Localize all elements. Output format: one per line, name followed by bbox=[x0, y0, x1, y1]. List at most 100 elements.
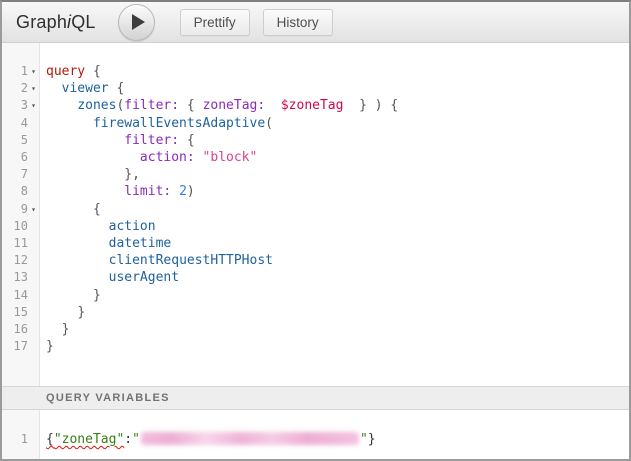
code-text: zones(filter: { zoneTag: $zoneTag } ) { bbox=[39, 97, 398, 114]
line-gutter: 12 bbox=[2, 252, 39, 269]
code-line[interactable]: 10 action bbox=[2, 218, 629, 235]
line-gutter: 2▾ bbox=[2, 80, 39, 97]
fold-arrow-icon[interactable]: ▾ bbox=[28, 63, 39, 80]
line-number: 5 bbox=[21, 132, 28, 149]
token: query bbox=[46, 64, 85, 79]
code-line[interactable]: 15 } bbox=[2, 304, 629, 321]
token: { bbox=[109, 81, 125, 96]
token: { bbox=[46, 432, 54, 447]
fold-arrow-icon[interactable]: ▾ bbox=[28, 80, 39, 97]
line-number: 7 bbox=[21, 166, 28, 183]
token: " bbox=[132, 432, 140, 447]
token: filter: bbox=[124, 133, 179, 148]
code-text: datetime bbox=[39, 235, 171, 252]
line-number: 6 bbox=[21, 149, 28, 166]
line-number: 2 bbox=[21, 80, 28, 97]
code-line[interactable]: 3▾ zones(filter: { zoneTag: $zoneTag } )… bbox=[2, 97, 629, 114]
code-line[interactable]: 13 userAgent bbox=[2, 269, 629, 286]
token: : bbox=[124, 432, 132, 447]
code-text: } bbox=[39, 321, 69, 338]
toolbar: GraphiQL Prettify History bbox=[2, 2, 629, 43]
line-gutter: 3▾ bbox=[2, 97, 39, 114]
token: } bbox=[368, 432, 376, 447]
token: " bbox=[360, 432, 368, 447]
fold-arrow-icon[interactable]: ▾ bbox=[28, 201, 39, 218]
line-number: 17 bbox=[14, 338, 28, 355]
token bbox=[46, 288, 93, 303]
logo-text: Graph bbox=[16, 12, 67, 32]
code-line[interactable]: 9▾ { bbox=[2, 201, 629, 218]
token: } bbox=[77, 305, 85, 320]
code-line[interactable]: 6 action: "block" bbox=[2, 149, 629, 166]
token bbox=[46, 270, 109, 285]
line-number: 10 bbox=[14, 218, 28, 235]
line-number: 12 bbox=[14, 252, 28, 269]
play-icon bbox=[132, 14, 145, 30]
line-gutter: 5 bbox=[2, 132, 39, 149]
code-text: } bbox=[39, 338, 54, 355]
code-line[interactable]: 16 } bbox=[2, 321, 629, 338]
line-gutter: 7 bbox=[2, 166, 39, 183]
token bbox=[46, 81, 62, 96]
code-text: limit: 2) bbox=[39, 183, 195, 200]
query-variables-title-bar[interactable]: QUERY VARIABLES bbox=[2, 386, 629, 410]
token: action: bbox=[140, 150, 195, 165]
token: clientRequestHTTPHost bbox=[109, 253, 273, 268]
token: $zoneTag bbox=[281, 98, 344, 113]
code-line[interactable]: 14 } bbox=[2, 287, 629, 304]
code-line[interactable]: 2▾ viewer { bbox=[2, 80, 629, 97]
token bbox=[46, 322, 62, 337]
token: } bbox=[46, 339, 54, 354]
token: ( bbox=[265, 116, 273, 131]
line-gutter: 16 bbox=[2, 321, 39, 338]
token bbox=[46, 253, 109, 268]
token: zoneTag: bbox=[203, 98, 266, 113]
history-button[interactable]: History bbox=[263, 9, 333, 36]
fold-arrow-icon[interactable]: ▾ bbox=[28, 97, 39, 114]
code-text: userAgent bbox=[39, 269, 179, 286]
token bbox=[46, 184, 124, 199]
line-number: 8 bbox=[21, 183, 28, 200]
code-text: } bbox=[39, 287, 101, 304]
token: userAgent bbox=[109, 270, 179, 285]
token bbox=[46, 305, 77, 320]
code-text: }, bbox=[39, 166, 140, 183]
line-gutter: 8 bbox=[2, 183, 39, 200]
code-line[interactable]: 12 clientRequestHTTPHost bbox=[2, 252, 629, 269]
code-line[interactable]: 5 filter: { bbox=[2, 132, 629, 149]
line-gutter: 15 bbox=[2, 304, 39, 321]
query-variables-editor[interactable]: 1{"zoneTag":""} bbox=[2, 410, 629, 459]
token bbox=[46, 167, 124, 182]
token: "zoneTag" bbox=[54, 432, 124, 447]
code-text: query { bbox=[39, 63, 101, 80]
code-text: { bbox=[39, 201, 101, 218]
code-line[interactable]: 1▾query { bbox=[2, 63, 629, 80]
prettify-button[interactable]: Prettify bbox=[180, 9, 250, 36]
logo-text: QL bbox=[71, 12, 95, 32]
token bbox=[171, 184, 179, 199]
line-gutter: 9▾ bbox=[2, 201, 39, 218]
code-text: action bbox=[39, 218, 156, 235]
query-variables-title: QUERY VARIABLES bbox=[46, 392, 170, 404]
code-text: filter: { bbox=[39, 132, 195, 149]
code-line[interactable]: 11 datetime bbox=[2, 235, 629, 252]
token bbox=[46, 116, 93, 131]
token: } bbox=[93, 288, 101, 303]
query-editor[interactable]: 1▾query {2▾ viewer {3▾ zones(filter: { z… bbox=[2, 43, 629, 386]
code-line[interactable]: 7 }, bbox=[2, 166, 629, 183]
code-line[interactable]: 17} bbox=[2, 338, 629, 355]
code-text: clientRequestHTTPHost bbox=[39, 252, 273, 269]
line-number: 13 bbox=[14, 269, 28, 286]
code-line[interactable]: 1{"zoneTag":""} bbox=[2, 431, 629, 448]
execute-query-button[interactable] bbox=[118, 4, 155, 41]
line-number: 9 bbox=[21, 201, 28, 218]
line-number: 1 bbox=[21, 431, 28, 448]
redacted-zone-tag-value bbox=[141, 432, 359, 445]
line-number: 3 bbox=[21, 97, 28, 114]
line-number: 14 bbox=[14, 287, 28, 304]
token: } bbox=[62, 322, 70, 337]
token: { bbox=[93, 202, 101, 217]
code-line[interactable]: 4 firewallEventsAdaptive( bbox=[2, 115, 629, 132]
code-line[interactable]: 8 limit: 2) bbox=[2, 183, 629, 200]
token: }, bbox=[124, 167, 140, 182]
